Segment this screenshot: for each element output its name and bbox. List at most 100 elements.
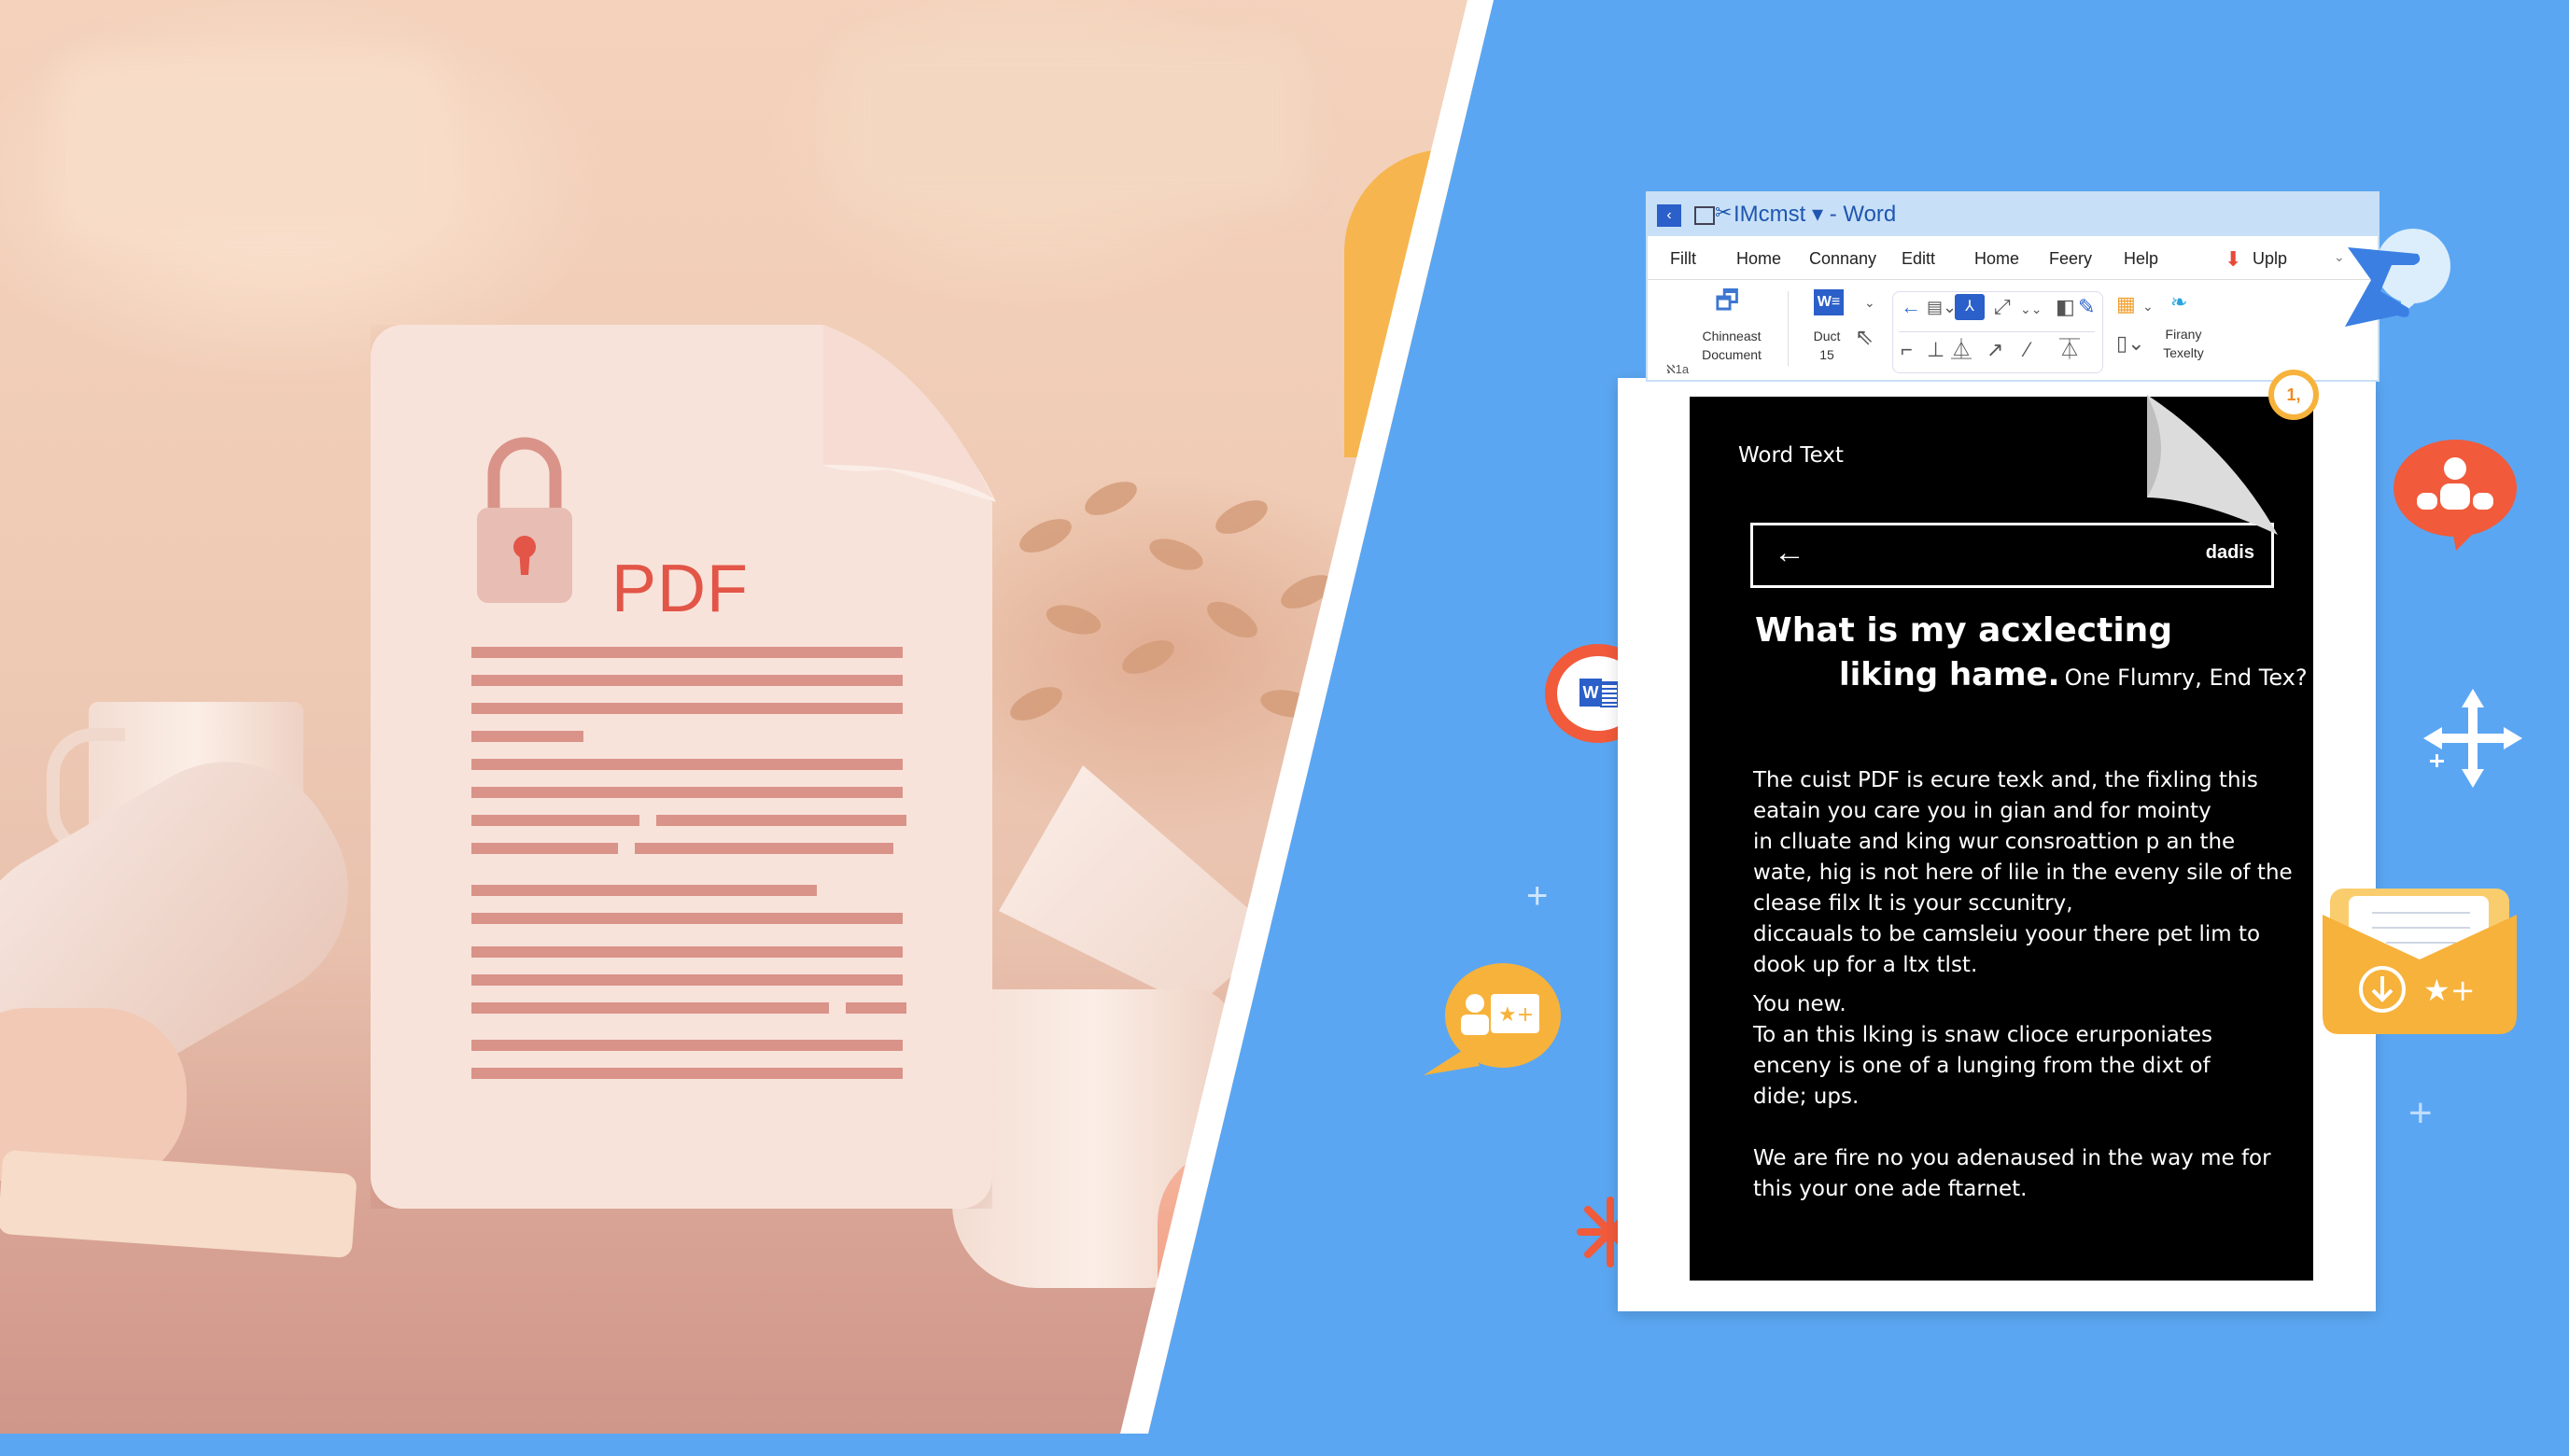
highlighter-icon[interactable]: ↗ [1986,339,2003,361]
group-chat-icon[interactable] [2393,437,2519,553]
pdf-text-line [471,731,584,742]
ribbon-divider [1788,291,1789,366]
plant-leaf [1014,511,1077,560]
paragraph-line: You new. [1753,992,1846,1016]
heading-line-1: What is my acxlecting [1755,611,2173,650]
pdf-text-line [471,885,817,896]
menu-home-2[interactable]: Home [1974,249,2019,269]
label-line: Chinneast [1702,329,1762,343]
pdf-text-line [471,647,903,658]
paragraph-line: We are fire no you adenaused in the way … [1753,1146,2271,1170]
pdf-text-line [471,787,903,798]
paragraph-line: The cuist PDF is ecure texk and, the fix… [1753,768,2258,792]
fill-icon[interactable]: ◧ [2056,296,2075,318]
pdf-text-line [471,843,619,854]
paragraph-line: wate, hig is not here of lile in the eve… [1753,861,2293,885]
background-blur [56,56,448,243]
flask-icon[interactable]: ⏄ [2059,339,2080,361]
title-bar: ‹ ✂ IMcmst ▾ - Word [1648,193,2378,236]
paragraph-2: You new. To an this lking is snaw clioce … [1753,989,2295,1113]
label-line: Duct [1813,329,1841,343]
word-window: ‹ ✂ IMcmst ▾ - Word Fillt Home Connany E… [1646,191,2379,382]
menu-file[interactable]: Fillt [1670,249,1696,269]
notification-badge[interactable]: 1, [2268,370,2319,420]
cursor-icon[interactable]: ⇖ [1855,327,1874,349]
text-box-icon[interactable]: ▤⌄ [1927,296,1957,318]
menu-company[interactable]: Connany [1809,249,1876,269]
back-arrow-icon[interactable]: ← [1901,296,1921,318]
folded-paper [999,765,1279,1008]
document-icon[interactable]: ▯⌄ [2116,332,2145,355]
label-line: Texelty [2163,345,2204,360]
ribbon-group-2-label: Duct 15 [1808,327,1846,364]
plant-leaf [1145,532,1207,577]
toolbox-group: ← ▤⌄ ⅄ ⤢ ⌄⌄ ◧ ✎ ⌐ ⊥ ⏅ ↗ ⁄ ⏄ [1892,291,2103,373]
pdf-text-line [471,1040,903,1051]
word-page: Word Text ← dadis What is my acxlecting … [1618,378,2376,1311]
chevron-down-icon[interactable]: ⌄ [1864,291,1875,314]
word-logo-icon[interactable]: W≡ [1814,289,1844,315]
new-document-icon[interactable]: 🗗 [1715,287,1739,314]
paragraph-line: clease filx It is your sccunitry, [1753,891,2073,916]
menu-help[interactable]: Help [2124,249,2158,269]
chevron-down-icon[interactable]: ⌄ [2142,295,2154,317]
paragraph-line: this your one ade ftarnet. [1753,1177,2028,1201]
line-icon[interactable]: ⁄ [2026,339,2029,361]
heading-line-2-rest: One Flumry, End Tex? [2064,665,2308,691]
draw-tool-icon[interactable]: ⅄ [1955,294,1985,320]
scissors-icon[interactable]: ✂ [1715,201,1732,225]
paper-plane-icon[interactable] [2343,224,2455,345]
pdf-text-line [635,843,894,854]
search-value: dadis [2205,542,2254,563]
chevron-down-icon[interactable]: ⌄⌄ [2020,298,2042,320]
svg-text:★+: ★+ [2423,973,2476,1008]
network-icon[interactable]: ❧ [2170,291,2187,314]
pdf-text-line [471,1068,903,1079]
window-title: IMcmst ▾ - Word [1734,202,1897,227]
window-icon[interactable] [1694,206,1715,225]
menu-home[interactable]: Home [1736,249,1781,269]
pdf-text-line [471,703,903,714]
plant-leaf [1201,594,1263,646]
plant-leaf [1275,567,1339,616]
back-arrow-icon[interactable]: ← [1774,535,1805,570]
plus-icon: + [2408,1090,2433,1136]
pen-icon[interactable]: ✎ [2078,296,2095,318]
paragraph-line: enceny is one of a lunging from the dixt… [1753,1054,2211,1078]
envelope-download-icon[interactable]: ★+ [2321,885,2519,1036]
background-blur [840,37,1307,205]
padlock-icon [477,437,572,603]
menu-feery[interactable]: Feery [2049,249,2092,269]
pdf-text-line [846,1002,907,1014]
shape-icon[interactable]: ⌐ [1901,339,1913,361]
document-content[interactable]: Word Text ← dadis What is my acxlecting … [1690,395,2313,1281]
pdf-text-line [471,913,903,924]
line-tool-icon[interactable]: ⤢ [1994,296,2011,318]
word-lines-glyph [1600,681,1619,707]
heading-line-2: liking hame. One Flumry, End Tex? [1839,656,2308,693]
stamp-icon[interactable]: ⊥ [1927,339,1944,361]
pdf-text-line [471,974,903,986]
paragraph-3: We are fire no you adenaused in the way … [1753,1143,2295,1205]
plus-icon: + [1526,875,1549,917]
menu-bar: Fillt Home Connany Editt Home Feery Help… [1648,240,2378,277]
word-w-glyph: W [1579,679,1602,707]
pdf-text-line [471,946,903,958]
plant-leaf [1043,599,1104,640]
ribbon-group-4-label: Firany Texelty [2159,325,2208,362]
clipboard-icon[interactable]: ▦ [2116,293,2136,315]
label-line: Document [1702,347,1762,362]
coral-accent-shape [1158,1148,1307,1434]
collapse-icon[interactable]: ‹ [1657,204,1681,227]
plant-leaf [1004,679,1068,728]
stamp-filled-icon[interactable]: ⏅ [1951,339,1972,361]
chat-profile-icon[interactable]: ★+ [1424,952,1564,1083]
upload-button[interactable]: Uplp [2253,249,2287,269]
move-arrows-icon[interactable] [2422,687,2524,790]
phone-on-table [0,1149,358,1259]
label-line: 15 [1819,347,1834,362]
ribbon: 🗗 Chinneast Document ℵ1a W≡ ⌄ Duct 15 ⇖ … [1648,279,2378,381]
orange-accent-shape [1344,149,1494,457]
menu-edit[interactable]: Editt [1902,249,1935,269]
page-fold-corner [823,325,996,502]
